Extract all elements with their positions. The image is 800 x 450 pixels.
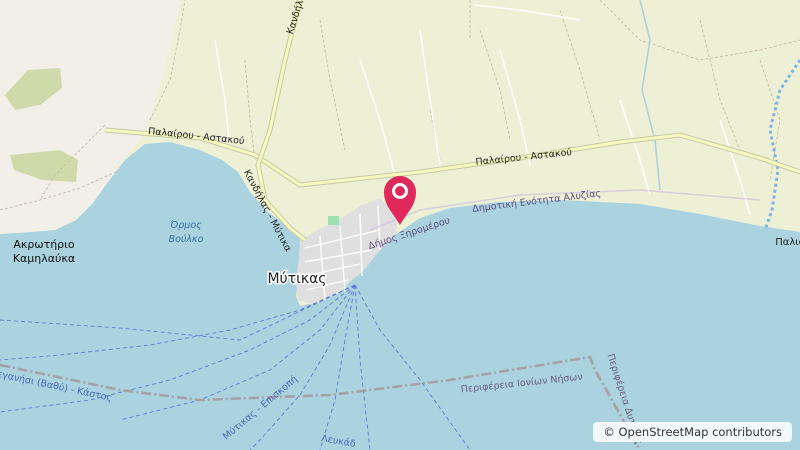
label-ormos: Όρμος (170, 220, 202, 231)
label-kamilavka: Καμηλαύκα (13, 252, 75, 265)
map-attribution[interactable]: © OpenStreetMap contributors (593, 422, 792, 442)
map-canvas[interactable]: Ακρωτήριο Καμηλαύκα Όρμος Βούλκο Μύτικας… (0, 0, 800, 450)
label-palio: Παλιο (775, 237, 800, 248)
label-mytikas: Μύτικας (267, 271, 326, 287)
label-akrotirio: Ακρωτήριο (13, 238, 75, 251)
park (328, 216, 339, 225)
label-voulko: Βούλκο (169, 234, 204, 245)
